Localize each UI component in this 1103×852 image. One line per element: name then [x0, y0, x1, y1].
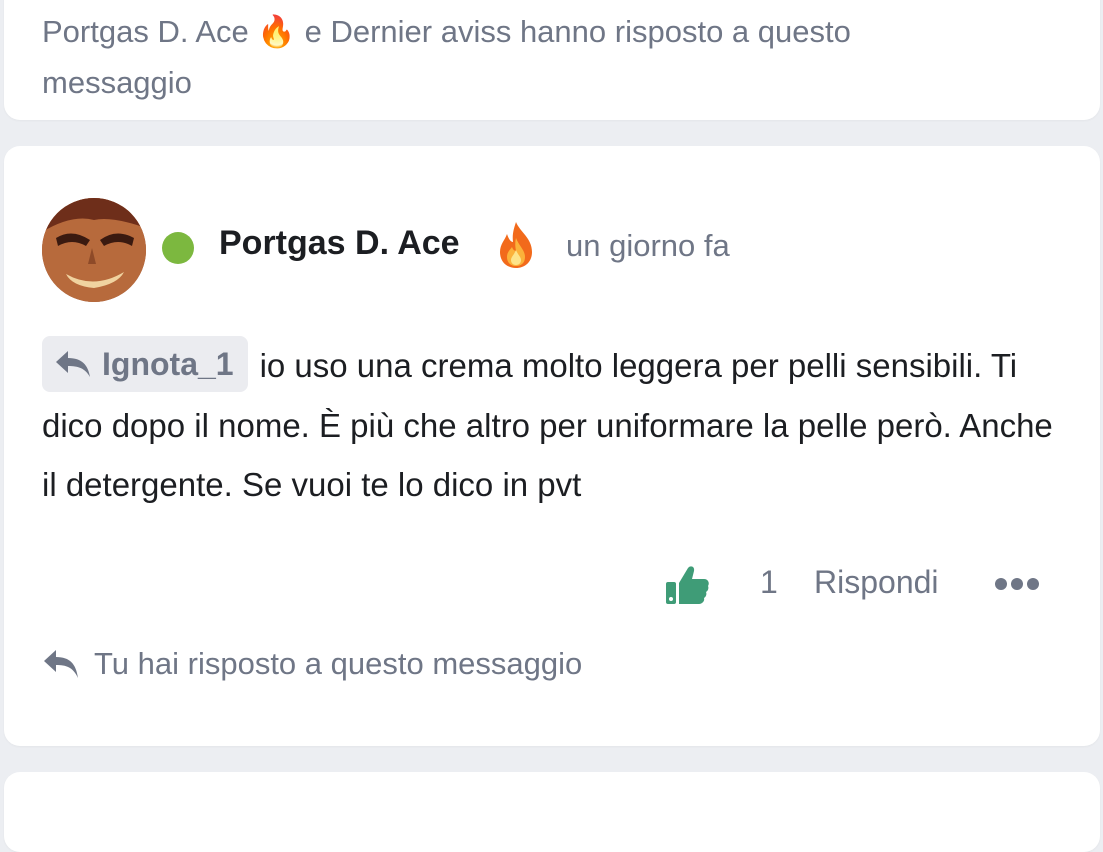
previous-post-card: Portgas D. Ace 🔥 e Dernier aviss hanno r…	[4, 0, 1100, 120]
author-name[interactable]: Portgas D. Ace	[219, 224, 460, 263]
like-count: 1	[760, 564, 778, 600]
online-status-dot	[162, 232, 194, 264]
previous-post-replies-line: Portgas D. Ace 🔥 e Dernier aviss hanno r…	[42, 14, 851, 49]
post-message: Ignota_1 io uso una crema molto leggera …	[42, 336, 1062, 514]
thumbs-up-icon[interactable]	[664, 562, 710, 608]
avatar[interactable]	[42, 198, 146, 302]
post-card: Portgas D. Ace un giorno fa Ignota_1 io …	[4, 146, 1100, 746]
fire-icon	[500, 222, 532, 268]
reply-to-username: Ignota_1	[102, 345, 234, 382]
reply-button[interactable]: Rispondi	[814, 564, 939, 601]
post-actions: 1 Rispondi	[664, 558, 1064, 614]
reply-arrow-icon	[56, 351, 90, 378]
previous-post-replies-note[interactable]: Portgas D. Ace 🔥 e Dernier aviss hanno r…	[42, 13, 1082, 113]
previous-post-replies-line-end: messaggio	[42, 65, 192, 100]
reply-arrow-icon	[44, 650, 78, 678]
post-timestamp: un giorno fa	[566, 228, 730, 263]
reply-to-mention[interactable]: Ignota_1	[42, 336, 248, 393]
replied-note[interactable]: Tu hai risposto a questo messaggio	[42, 646, 582, 682]
replied-note-text: Tu hai risposto a questo messaggio	[94, 646, 583, 681]
more-dots-icon[interactable]	[994, 572, 1040, 596]
next-post-card	[4, 772, 1100, 852]
avatar-image	[42, 198, 146, 302]
